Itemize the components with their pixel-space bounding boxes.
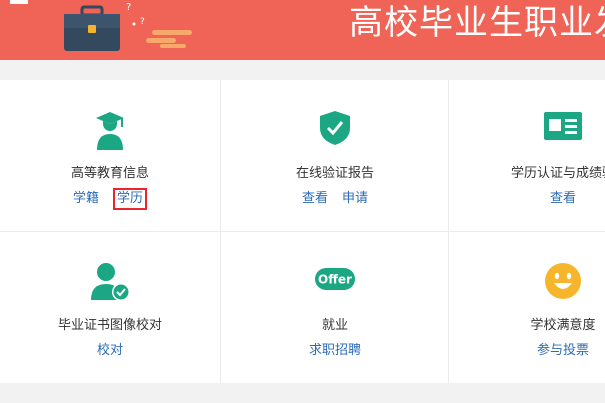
service-employment: Offer 就业 求职招聘: [225, 232, 445, 382]
link-proofread[interactable]: 校对: [97, 343, 123, 359]
service-school-satisfaction: 学校满意度 参与投票: [453, 232, 605, 382]
svg-text:?: ?: [126, 2, 131, 13]
decoration-marks: ? ?: [126, 2, 145, 27]
link-academic-degree[interactable]: 学历: [113, 188, 148, 210]
service-degree-certification: 学历认证与成绩验 查看: [453, 80, 605, 230]
link-apply-report[interactable]: 申请: [342, 191, 368, 207]
service-title: 学校满意度: [530, 318, 596, 333]
link-job-search[interactable]: 求职招聘: [309, 343, 361, 359]
user-check-icon: [91, 263, 130, 301]
id-card-icon: [544, 112, 582, 140]
offer-icon: Offer: [315, 268, 355, 290]
link-vote[interactable]: 参与投票: [537, 343, 589, 359]
service-title: 学历认证与成绩验: [510, 166, 605, 181]
cloud-decoration: [146, 30, 192, 48]
service-title: 在线验证报告: [295, 166, 374, 181]
service-title: 就业: [321, 318, 348, 333]
briefcase-icon: [64, 5, 120, 51]
shield-check-icon: [320, 111, 350, 145]
service-online-verification-report: 在线验证报告 查看 申请: [225, 80, 445, 230]
link-view-report[interactable]: 查看: [302, 191, 328, 207]
decoration-bar: [10, 0, 28, 4]
link-view-certification[interactable]: 查看: [550, 191, 576, 207]
service-title: 高等教育信息: [70, 166, 149, 181]
smiley-icon: [545, 263, 581, 299]
graduate-icon: [96, 112, 124, 150]
header-banner: ? ? 高校毕业生职业发: [0, 0, 605, 60]
service-higher-education-info: 高等教育信息 学籍 学历: [0, 80, 220, 230]
link-student-status[interactable]: 学籍: [73, 191, 99, 210]
services-panel: 高等教育信息 学籍 学历 在线验证报告 查看 申请 学历认证与成绩验 查看 毕业…: [0, 80, 605, 383]
offer-icon-text: Offer: [318, 273, 352, 287]
service-title: 毕业证书图像校对: [57, 318, 162, 333]
page-title: 高校毕业生职业发: [349, 3, 605, 43]
service-certificate-image-check: 毕业证书图像校对 校对: [0, 232, 220, 382]
svg-text:?: ?: [140, 17, 145, 27]
